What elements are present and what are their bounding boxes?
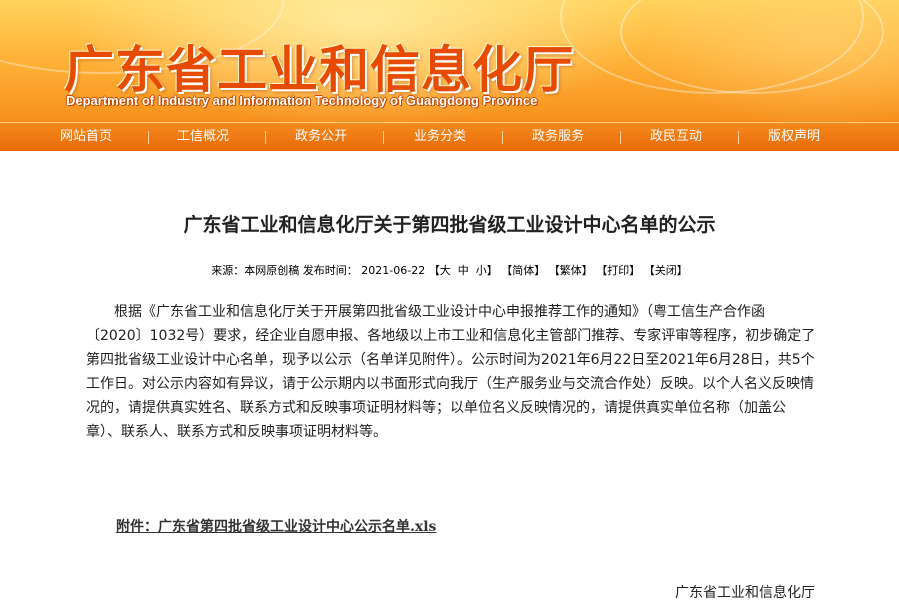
font-size-controls: 【大 中 小】 [428,264,498,277]
nav-item-home[interactable]: 网站首页 [60,123,112,151]
print-link[interactable]: 打印 [607,264,629,277]
header-banner: 广东省工业和信息化厅 Department of Industry and In… [0,0,899,122]
main-nav: 网站首页 工信概况 政务公开 业务分类 政务服务 政民互动 版权声明 [0,122,899,151]
nav-divider [383,131,384,144]
nav-divider [148,131,149,144]
nav-item-gov-info[interactable]: 政务公开 [295,123,347,151]
article-body: 根据《广东省工业和信息化厅关于开展第四批省级工业设计中心申报推荐工作的通知》（粤… [86,304,816,440]
nav-item-interaction[interactable]: 政民互动 [650,123,702,151]
publish-date: 2021-06-22 [361,264,426,277]
nav-divider [502,131,503,144]
site-title: 广东省工业和信息化厅 [64,41,574,99]
nav-divider [620,131,621,144]
nav-divider [265,131,266,144]
traditional-link[interactable]: 繁体 [560,264,582,277]
close-control: 【关闭】 [643,264,688,277]
attachment-link[interactable]: 附件：广东省第四批省级工业设计中心公示名单.xls [116,516,436,536]
print-control: 【打印】 [596,264,641,277]
article-source: 来源：本网原创稿 发布时间： [211,264,358,277]
article-title: 广东省工业和信息化厅关于第四批省级工业设计中心名单的公示 [183,214,716,236]
site-subtitle: Department of Industry and Information T… [66,93,538,108]
font-medium-link[interactable]: 中 [458,264,469,277]
simplified-link[interactable]: 简体 [512,264,534,277]
nav-item-business[interactable]: 业务分类 [414,123,466,151]
nav-item-overview[interactable]: 工信概况 [177,123,229,151]
close-link[interactable]: 关闭 [655,264,677,277]
article-signature: 广东省工业和信息化厅 [675,585,815,601]
nav-divider [738,131,739,144]
article-meta: 来源：本网原创稿 发布时间： 2021-06-22 【大 中 小】 【简体】 【… [0,262,899,278]
font-large-link[interactable]: 大 [440,264,451,277]
traditional-control: 【繁体】 [548,264,593,277]
font-small-link[interactable]: 小 [476,264,487,277]
nav-item-copyright[interactable]: 版权声明 [768,123,820,151]
nav-item-services[interactable]: 政务服务 [532,123,584,151]
simplified-control: 【简体】 [501,264,546,277]
